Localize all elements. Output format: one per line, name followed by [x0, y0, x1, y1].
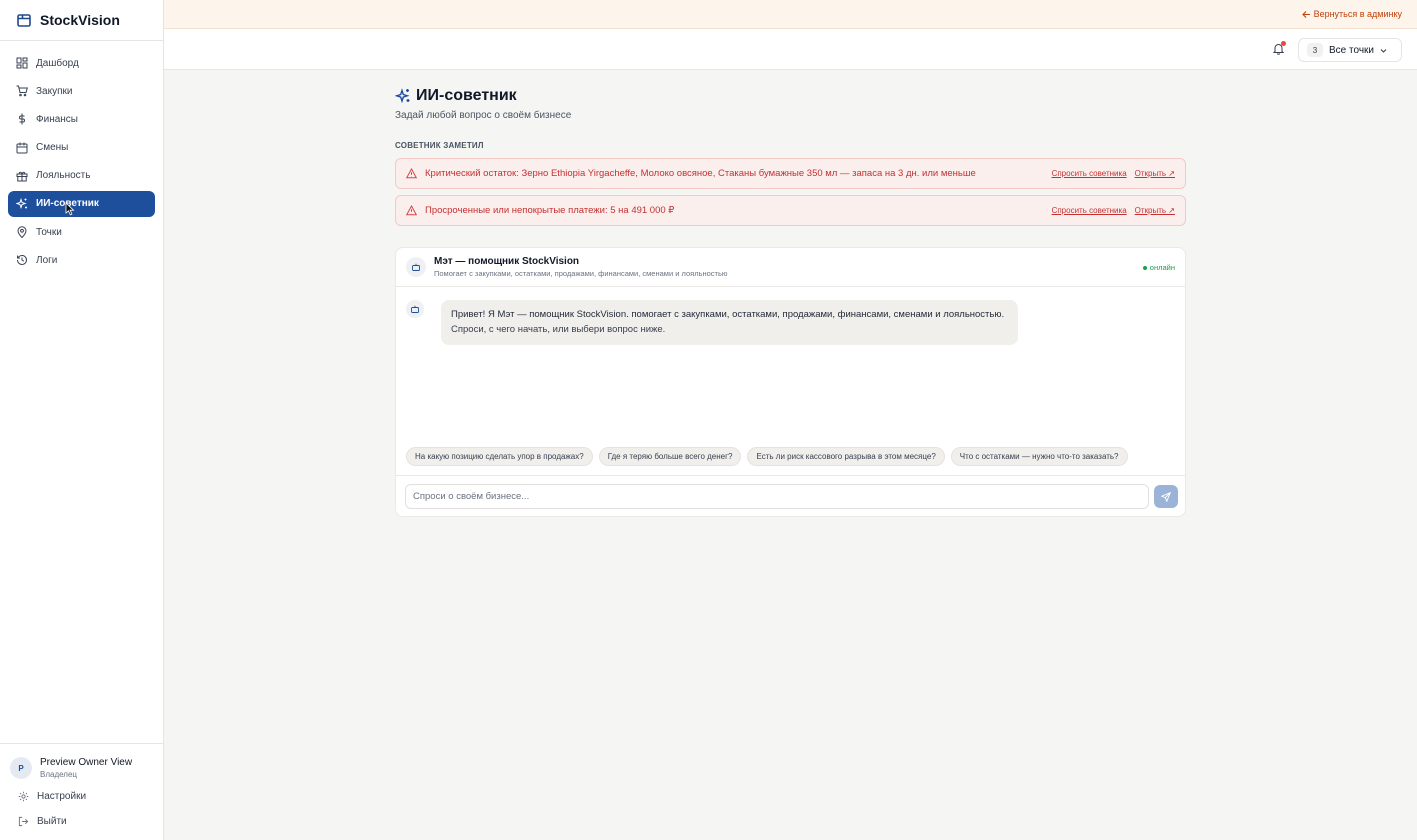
history-icon [16, 254, 28, 266]
page-subtitle: Задай любой вопрос о своём бизнесе [395, 110, 572, 121]
dashboard-icon [16, 57, 28, 69]
dollar-icon [16, 113, 28, 125]
sidebar-item-label: Точки [36, 226, 62, 238]
top-header: 3 Все точки [164, 29, 1417, 70]
page-header: ИИ-советник [395, 87, 517, 105]
location-selector[interactable]: 3 Все точки [1298, 38, 1402, 62]
sidebar-item-finance[interactable]: Финансы [8, 106, 155, 132]
map-pin-icon [16, 226, 28, 239]
chat-composer [396, 475, 1185, 516]
chat-panel: Мэт — помощник StockVision Помогает с за… [395, 247, 1186, 517]
warning-icon [406, 205, 417, 216]
alert-critical-stock: Критический остаток: Зерно Ethiopia Yirg… [395, 158, 1186, 189]
sidebar-item-logs[interactable]: Логи [8, 247, 155, 273]
sidebar: StockVision Дашборд Закупки Финансы Смен… [0, 0, 164, 840]
chat-header: Мэт — помощник StockVision Помогает с за… [396, 248, 1185, 287]
sidebar-item-label: Лояльность [36, 170, 91, 182]
notification-badge [1281, 41, 1286, 46]
sidebar-item-label: Смены [36, 142, 69, 154]
status-dot-icon [1142, 265, 1147, 270]
avatar: P [10, 757, 32, 779]
chevron-down-icon [1379, 46, 1388, 55]
sidebar-item-shifts[interactable]: Смены [8, 135, 155, 161]
sidebar-item-dashboard[interactable]: Дашборд [8, 50, 155, 76]
bot-avatar [406, 257, 426, 277]
logout-label: Выйти [37, 816, 67, 827]
brand[interactable]: StockVision [0, 0, 163, 41]
suggestion-chip[interactable]: Что с остатками — нужно что-то заказать? [950, 447, 1128, 466]
settings-label: Настройки [37, 791, 87, 802]
package-icon [16, 12, 32, 28]
chat-input[interactable] [405, 484, 1149, 509]
app-name: StockVision [40, 12, 120, 28]
sidebar-item-label: Закупки [36, 85, 73, 97]
chat-title: Мэт — помощник StockVision [434, 256, 580, 267]
message-line-2: Спроси, с чего начать, или выбери вопрос… [451, 324, 666, 335]
user-name: Preview Owner View [40, 757, 133, 768]
suggestion-chip[interactable]: Есть ли риск кассового разрыва в этом ме… [747, 447, 945, 466]
suggestion-chip[interactable]: На какую позицию сделать упор в продажах… [406, 447, 593, 466]
ask-advisor-link[interactable]: Спросить советника [1052, 169, 1127, 178]
ask-advisor-link[interactable]: Спросить советника [1052, 206, 1127, 215]
impersonation-banner: Вернуться в админку [164, 0, 1417, 29]
gear-icon [18, 791, 29, 802]
sidebar-nav: Дашборд Закупки Финансы Смены Лояльность… [0, 41, 163, 273]
open-link[interactable]: Открыть ↗ [1135, 206, 1175, 215]
chat-subtitle: Помогает с закупками, остатками, продажа… [434, 269, 728, 278]
sidebar-item-label: Логи [36, 254, 58, 266]
message-line-1: Привет! Я Мэт — помощник StockVision. по… [451, 309, 1005, 320]
page-title: ИИ-советник [416, 87, 517, 104]
section-label: СОВЕТНИК ЗАМЕТИЛ [395, 141, 484, 150]
alert-text: Критический остаток: Зерно Ethiopia Yirg… [425, 168, 976, 179]
mouse-cursor-icon [65, 201, 75, 216]
send-button[interactable] [1154, 485, 1178, 508]
bot-avatar [406, 300, 424, 318]
logout-icon [18, 816, 29, 827]
online-status: онлайн [1142, 263, 1175, 272]
notifications-button[interactable] [1272, 41, 1286, 55]
arrow-left-icon [1301, 10, 1311, 19]
locations-label: Все точки [1329, 44, 1374, 56]
bot-message: Привет! Я Мэт — помощник StockVision. по… [406, 300, 1018, 345]
suggestion-chips: На какую позицию сделать упор в продажах… [406, 447, 1134, 466]
user-role: Владелец [40, 770, 78, 779]
message-bubble: Привет! Я Мэт — помощник StockVision. по… [441, 300, 1018, 345]
sidebar-item-ai-advisor[interactable]: ИИ-советник [8, 190, 155, 217]
bot-icon [412, 263, 420, 271]
gift-icon [16, 170, 28, 182]
cart-icon [16, 85, 28, 97]
user-profile[interactable]: P Preview Owner View Владелец [0, 752, 163, 784]
status-label: онлайн [1149, 263, 1175, 272]
calendar-icon [16, 142, 28, 154]
sidebar-item-loyalty[interactable]: Лояльность [8, 163, 155, 189]
warning-icon [406, 168, 417, 179]
alert-overdue-payments: Просроченные или непокрытые платежи: 5 н… [395, 195, 1186, 226]
open-link[interactable]: Открыть ↗ [1135, 169, 1175, 178]
settings-link[interactable]: Настройки [0, 784, 163, 809]
send-icon [1161, 491, 1171, 502]
bot-icon [411, 305, 419, 313]
sidebar-item-locations[interactable]: Точки [8, 219, 155, 245]
logout-link[interactable]: Выйти [0, 809, 163, 834]
suggestion-chip[interactable]: Где я теряю больше всего денег? [598, 447, 742, 466]
alert-text: Просроченные или непокрытые платежи: 5 н… [425, 205, 675, 216]
sparkles-icon [395, 88, 411, 104]
sidebar-item-purchases[interactable]: Закупки [8, 78, 155, 104]
back-to-admin-link[interactable]: Вернуться в админку [1301, 9, 1402, 19]
sidebar-item-label: Финансы [36, 113, 78, 125]
locations-count-badge: 3 [1307, 43, 1323, 57]
sidebar-item-label: Дашборд [36, 57, 79, 69]
back-to-admin-label: Вернуться в админку [1313, 9, 1402, 19]
sidebar-footer: P Preview Owner View Владелец Настройки … [0, 743, 163, 840]
sparkles-icon [16, 197, 28, 210]
